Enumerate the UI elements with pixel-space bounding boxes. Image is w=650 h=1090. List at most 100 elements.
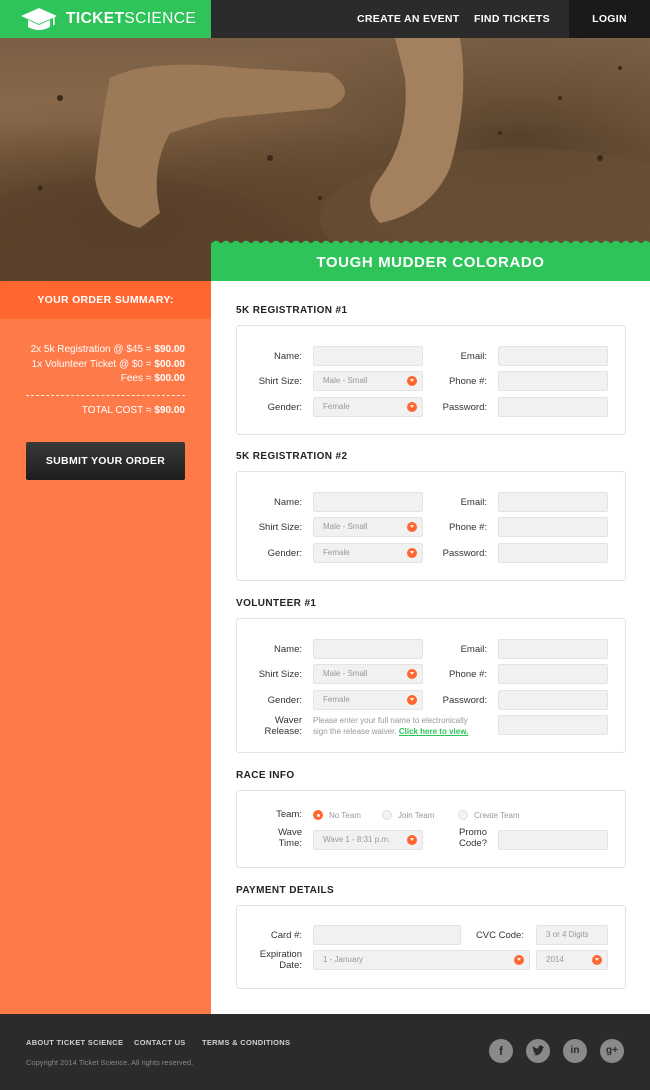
email-label: Email: [460,644,487,655]
footer-link-terms[interactable]: TERMS & CONDITIONS [202,1038,290,1047]
volunteer-panel-1: Name: Email: Shirt Size: Male - Small Ph… [236,618,626,753]
linkedin-icon[interactable]: in [563,1039,587,1063]
phone-label: Phone #: [448,522,487,533]
name-input[interactable] [313,492,423,512]
wave-time-value: Wave 1 - 8:31 p.m. [323,835,391,844]
summary-line: 2x 5k Registration @ $45 = $90.00 [30,344,185,355]
login-button[interactable]: LOGIN [569,0,650,38]
phone-label: Phone #: [448,376,487,387]
brand-logo[interactable]: TICKETSCIENCE [0,0,211,38]
registration-panel-1: Name: Email: Shirt Size: Male - Small Ph… [236,325,626,435]
chevron-down-icon [592,955,602,965]
wave-time-label: Wave Time: [278,827,302,849]
email-input[interactable] [498,346,608,366]
section-title-5k-registration-2: 5K REGISTRATION #2 [236,451,348,462]
gender-label: Gender: [267,695,302,706]
shirt-size-label: Shirt Size: [258,376,302,387]
password-label: Password: [442,548,487,559]
gender-select[interactable]: Female [313,397,423,417]
shirt-size-value: Male - Small [323,522,368,531]
nav-create-event[interactable]: CREATE AN EVENT [357,0,460,38]
gender-label: Gender: [267,548,302,559]
race-info-panel: Team: No Team Join Team Create Team Wave… [236,790,626,868]
expiration-month-select[interactable]: 1 - January [313,950,530,970]
footer-link-about[interactable]: ABOUT TICKET SCIENCE [26,1038,123,1047]
chevron-down-icon [407,402,417,412]
footer-link-contact[interactable]: CONTACT US [134,1038,186,1047]
gender-select[interactable]: Female [313,543,423,563]
password-input[interactable] [498,543,608,563]
expiration-month-value: 1 - January [323,955,364,964]
name-label: Name: [274,644,302,655]
nav-find-tickets[interactable]: FIND TICKETS [474,0,550,38]
phone-input[interactable] [498,371,608,391]
name-label: Name: [274,497,302,508]
submit-order-button[interactable]: SUBMIT YOUR ORDER [26,442,185,480]
gender-value: Female [323,695,350,704]
shirt-size-value: Male - Small [323,669,368,678]
radio-join-team-label: Join Team [398,811,435,820]
section-title-payment-details: PAYMENT DETAILS [236,885,335,896]
cvc-code-input[interactable]: 3 or 4 Digits [536,925,608,945]
name-input[interactable] [313,639,423,659]
shirt-size-select[interactable]: Male - Small [313,517,423,537]
promo-code-input[interactable] [498,830,608,850]
expiration-year-select[interactable]: 2014 [536,950,608,970]
brand-name: TICKETSCIENCE [66,10,197,27]
phone-label: Phone #: [448,669,487,680]
payment-panel: Card #: CVC Code: 3 or 4 Digits Expirati… [236,905,626,989]
expiration-year-value: 2014 [546,955,564,964]
email-label: Email: [460,497,487,508]
card-number-label: Card #: [270,930,302,941]
chevron-down-icon [407,376,417,386]
registration-form: 5K REGISTRATION #1 Name: Email: Shirt Si… [211,281,650,1014]
team-label: Team: [276,809,302,820]
password-input[interactable] [498,397,608,417]
email-input[interactable] [498,492,608,512]
shirt-size-label: Shirt Size: [258,669,302,680]
password-label: Password: [442,402,487,413]
twitter-icon[interactable] [526,1039,550,1063]
waiver-signature-input[interactable] [498,715,608,735]
expiration-date-label: Expiration Date: [259,949,302,971]
waiver-view-link[interactable]: Click here to view. [399,727,469,736]
order-summary-lines: 2x 5k Registration @ $45 = $90.00 1x Vol… [0,319,211,387]
graduation-cap-icon [21,8,57,30]
radio-join-team[interactable] [382,810,392,820]
chevron-down-icon [407,669,417,679]
phone-input[interactable] [498,517,608,537]
phone-input[interactable] [498,664,608,684]
shirt-size-select[interactable]: Male - Small [313,371,423,391]
page-footer: ABOUT TICKET SCIENCE CONTACT US TERMS & … [0,1014,650,1090]
summary-line: 1x Volunteer Ticket @ $0 = $00.00 [31,358,185,370]
total-cost: TOTAL COST = $90.00 [81,404,185,416]
copyright-text: Copyright 2014 Ticket Science. All right… [26,1058,194,1067]
order-summary-heading: YOUR ORDER SUMMARY: [0,281,211,319]
email-input[interactable] [498,639,608,659]
waiver-instructions: Please enter your full name to electroni… [313,716,469,736]
password-input[interactable] [498,690,608,710]
facebook-icon[interactable]: f [489,1039,513,1063]
gender-value: Female [323,402,350,411]
gender-label: Gender: [267,402,302,413]
password-label: Password: [442,695,487,706]
radio-create-team[interactable] [458,810,468,820]
summary-line: Fees = $00.00 [120,373,185,384]
google-plus-icon[interactable]: g+ [600,1039,624,1063]
wave-time-select[interactable]: Wave 1 - 8:31 p.m. [313,830,423,850]
chevron-down-icon [514,955,524,965]
section-title-volunteer-1: VOLUNTEER #1 [236,598,317,609]
section-title-5k-registration-1: 5K REGISTRATION #1 [236,305,348,316]
registration-panel-2: Name: Email: Shirt Size: Male - Small Ph… [236,471,626,581]
name-input[interactable] [313,346,423,366]
radio-create-team-label: Create Team [474,811,520,820]
event-title-banner: TOUGH MUDDER COLORADO [211,239,650,281]
section-title-race-info: RACE INFO [236,770,295,781]
radio-no-team[interactable] [313,810,323,820]
top-navigation-bar: TICKETSCIENCE CREATE AN EVENT FIND TICKE… [0,0,650,38]
chevron-down-icon [407,835,417,845]
card-number-input[interactable] [313,925,461,945]
gender-select[interactable]: Female [313,690,423,710]
name-label: Name: [274,351,302,362]
shirt-size-select[interactable]: Male - Small [313,664,423,684]
